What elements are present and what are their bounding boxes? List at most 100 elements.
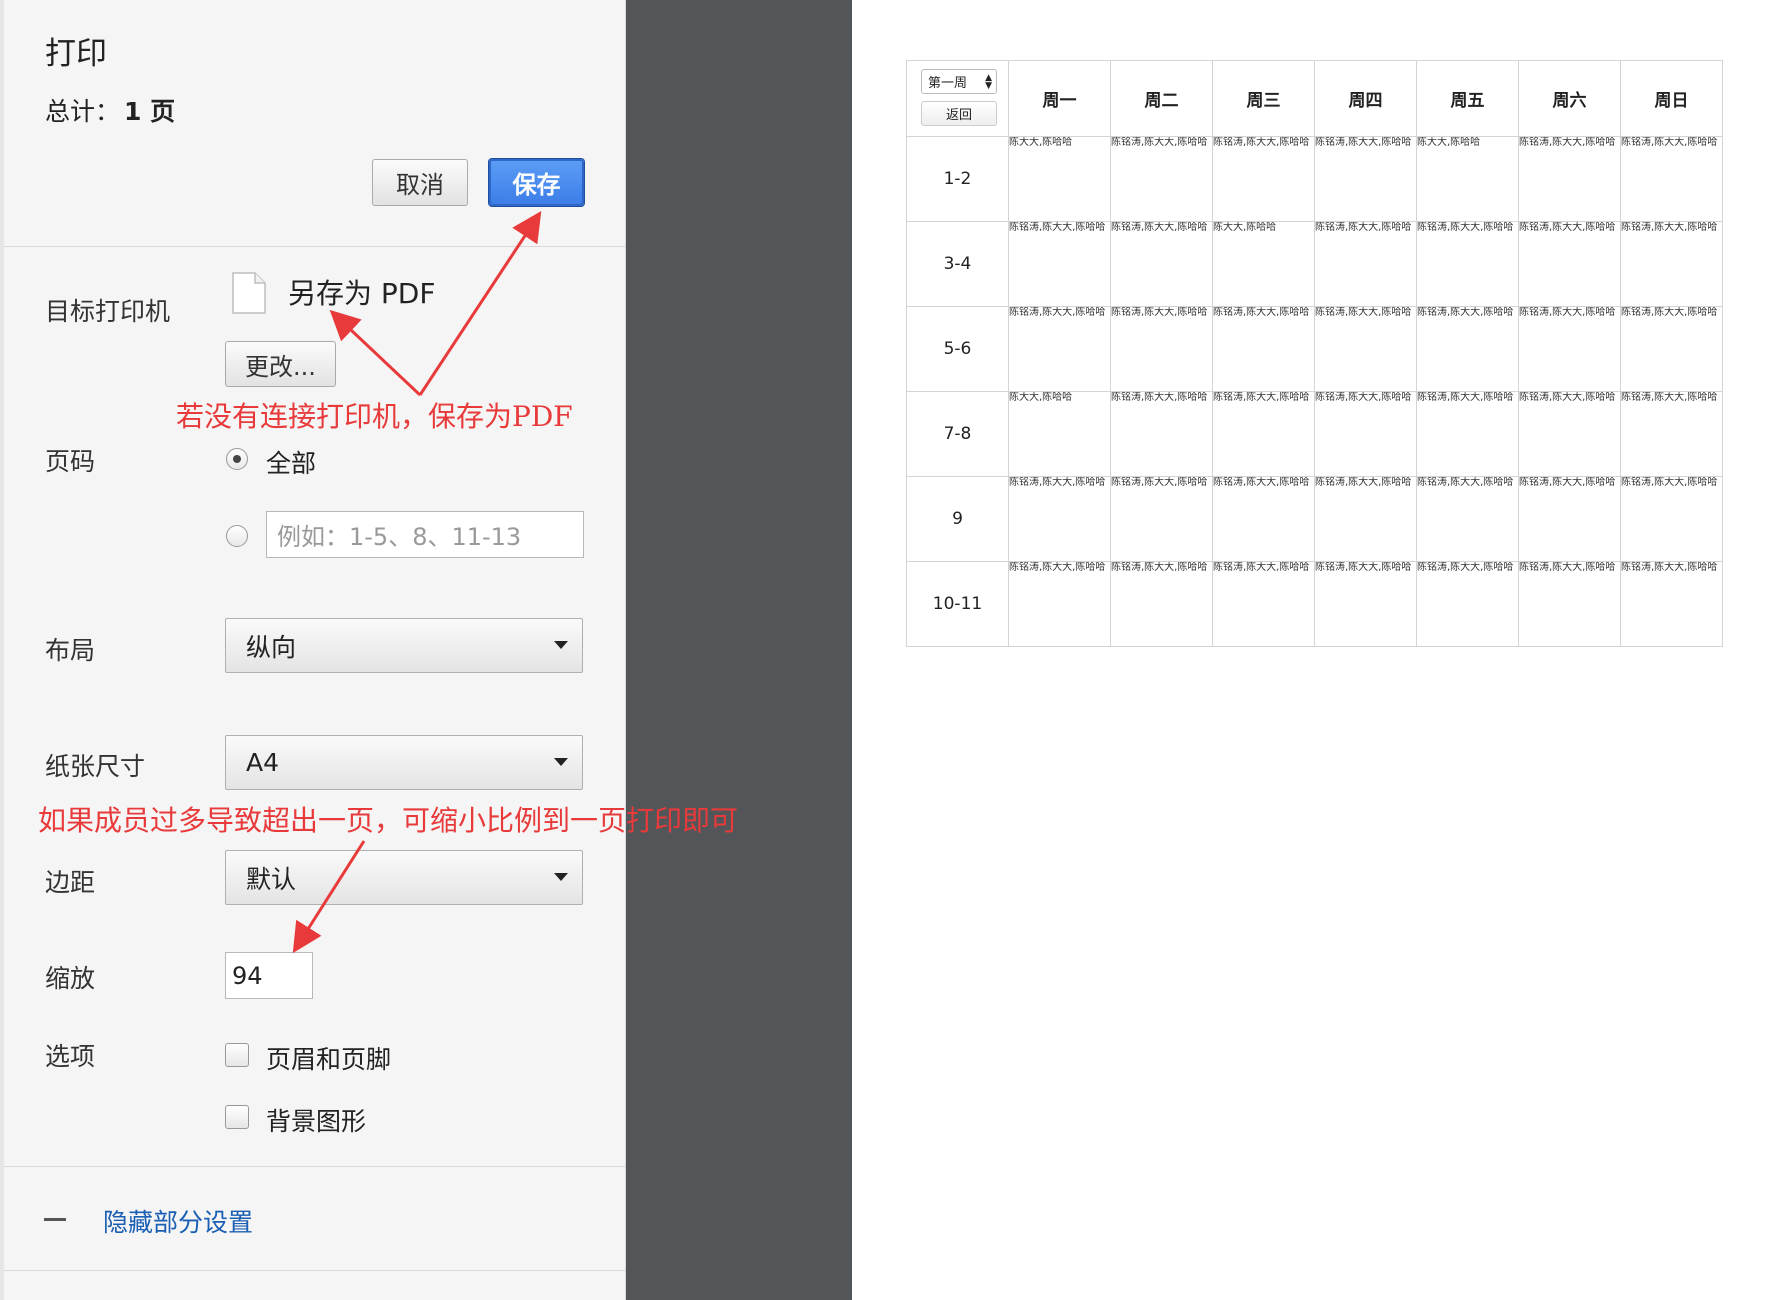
period-cell: 3-4 (906, 221, 1009, 307)
schedule-cell: 陈铭涛,陈大大,陈哈哈 (1314, 221, 1417, 307)
panel-edge (0, 0, 4, 1300)
schedule-cell: 陈铭涛,陈大大,陈哈哈 (1314, 561, 1417, 647)
schedule-row: 10-11 陈铭涛,陈大大,陈哈哈 陈铭涛,陈大大,陈哈哈 陈铭涛,陈大大,陈哈哈 陈铭… (906, 561, 1723, 647)
schedule-row: 5-6 陈铭涛,陈大大,陈哈哈 陈铭涛,陈大大,陈哈哈 陈铭涛,陈大大,陈哈哈 陈铭涛,… (906, 306, 1723, 392)
total-value: 1 页 (124, 97, 176, 126)
schedule-row: 7-8 陈大大,陈哈哈 陈铭涛,陈大大,陈哈哈 陈铭涛,陈大大,陈哈哈 陈铭涛,陈大大,… (906, 391, 1723, 477)
schedule-cell: 陈铭涛,陈大大,陈哈哈 (1212, 306, 1315, 392)
period-cell: 9 (906, 476, 1009, 562)
schedule-cell: 陈铭涛,陈大大,陈哈哈 (1314, 391, 1417, 477)
schedule-cell: 陈铭涛,陈大大,陈哈哈 (1620, 391, 1723, 477)
hide-settings-link[interactable]: 隐藏部分设置 (103, 1203, 253, 1239)
layout-label: 布局 (45, 636, 96, 665)
day-header: 周三 (1212, 60, 1315, 137)
print-settings-panel: 打印 总计： 1 页 取消 保存 目标打印机 另存为 PDF 更改... 页码 全… (0, 0, 626, 1300)
save-button[interactable]: 保存 (489, 159, 584, 206)
scale-input[interactable]: 94 (225, 952, 313, 999)
schedule-cell: 陈铭涛,陈大大,陈哈哈 (1518, 136, 1621, 222)
day-header: 周日 (1620, 60, 1723, 137)
destination-value: 另存为 PDF (288, 277, 436, 310)
schedule-cell: 陈铭涛,陈大大,陈哈哈 (1110, 561, 1213, 647)
period-cell: 7-8 (906, 391, 1009, 477)
pages-all-label: 全部 (266, 449, 317, 478)
schedule-cell: 陈铭涛,陈大大,陈哈哈 (1518, 561, 1621, 647)
header-divider (4, 246, 625, 247)
schedule-cell: 陈铭涛,陈大大,陈哈哈 (1314, 306, 1417, 392)
cancel-button[interactable]: 取消 (372, 159, 468, 206)
schedule-cell: 陈铭涛,陈大大,陈哈哈 (1212, 136, 1315, 222)
header-row: 第一周 ▲ ▼ 返回 周一 周二 周三 周四 周五 周六 周日 (906, 60, 1723, 137)
pages-custom-input[interactable]: 例如：1-5、8、11-13 (266, 511, 584, 558)
change-destination-button[interactable]: 更改... (225, 341, 336, 387)
schedule-cell: 陈铭涛,陈大大,陈哈哈 (1212, 561, 1315, 647)
scale-label: 缩放 (45, 964, 96, 993)
schedule-cell: 陈大大,陈哈哈 (1212, 221, 1315, 307)
pages-all-radio[interactable] (226, 448, 248, 470)
pages-custom-radio[interactable] (226, 525, 248, 547)
annotation-scale: 如果成员过多导致超出一页，可缩小比例到一页打印即可 (38, 804, 739, 837)
schedule-cell: 陈铭涛,陈大大,陈哈哈 (1110, 136, 1213, 222)
period-cell: 10-11 (906, 561, 1009, 647)
paper-size-value: A4 (246, 748, 280, 777)
options-label: 选项 (45, 1042, 96, 1071)
day-header: 周一 (1008, 60, 1111, 137)
schedule-row: 3-4 陈铭涛,陈大大,陈哈哈 陈铭涛,陈大大,陈哈哈 陈大大,陈哈哈 陈铭涛,陈大大,… (906, 221, 1723, 307)
schedule-cell: 陈铭涛,陈大大,陈哈哈 (1416, 476, 1519, 562)
schedule-cell: 陈铭涛,陈大大,陈哈哈 (1416, 561, 1519, 647)
schedule-cell: 陈铭涛,陈大大,陈哈哈 (1008, 306, 1111, 392)
margins-select[interactable]: 默认 (225, 850, 583, 905)
margins-label: 边距 (45, 868, 96, 897)
schedule-cell: 陈铭涛,陈大大,陈哈哈 (1008, 221, 1111, 307)
background-graphics-checkbox[interactable] (225, 1105, 249, 1129)
schedule-row: 9 陈铭涛,陈大大,陈哈哈 陈铭涛,陈大大,陈哈哈 陈铭涛,陈大大,陈哈哈 陈铭涛,陈大… (906, 476, 1723, 562)
day-header: 周五 (1416, 60, 1519, 137)
schedule-row: 1-2 陈大大,陈哈哈 陈铭涛,陈大大,陈哈哈 陈铭涛,陈大大,陈哈哈 陈铭涛,陈大大,… (906, 136, 1723, 222)
destination-label: 目标打印机 (45, 297, 171, 326)
margins-value: 默认 (246, 864, 297, 894)
week-select[interactable]: 第一周 ▲ ▼ (921, 69, 997, 94)
collapse-icon[interactable] (44, 1218, 66, 1221)
schedule-cell: 陈铭涛,陈大大,陈哈哈 (1518, 306, 1621, 392)
schedule-cell: 陈铭涛,陈大大,陈哈哈 (1110, 476, 1213, 562)
schedule-cell: 陈铭涛,陈大大,陈哈哈 (1416, 306, 1519, 392)
headers-footers-checkbox[interactable] (225, 1043, 249, 1067)
day-header: 周四 (1314, 60, 1417, 137)
layout-select[interactable]: 纵向 (225, 618, 583, 673)
schedule-cell: 陈大大,陈哈哈 (1416, 136, 1519, 222)
schedule-cell: 陈铭涛,陈大大,陈哈哈 (1518, 476, 1621, 562)
schedule-cell: 陈大大,陈哈哈 (1008, 136, 1111, 222)
schedule-cell: 陈铭涛,陈大大,陈哈哈 (1620, 136, 1723, 222)
file-icon (232, 272, 266, 314)
schedule-cell: 陈大大,陈哈哈 (1008, 391, 1111, 477)
schedule-cell: 陈铭涛,陈大大,陈哈哈 (1620, 561, 1723, 647)
schedule-table: 第一周 ▲ ▼ 返回 周一 周二 周三 周四 周五 周六 周日 1-2 陈大大,陈哈… (906, 60, 1723, 647)
schedule-cell: 陈铭涛,陈大大,陈哈哈 (1212, 476, 1315, 562)
dialog-title: 打印 (45, 36, 107, 72)
schedule-body: 1-2 陈大大,陈哈哈 陈铭涛,陈大大,陈哈哈 陈铭涛,陈大大,陈哈哈 陈铭涛,陈大大,… (906, 136, 1723, 647)
schedule-cell: 陈铭涛,陈大大,陈哈哈 (1008, 476, 1111, 562)
schedule-cell: 陈铭涛,陈大大,陈哈哈 (1314, 136, 1417, 222)
schedule-cell: 陈铭涛,陈大大,陈哈哈 (1620, 306, 1723, 392)
updown-icon: ▲ ▼ (985, 73, 992, 91)
back-button[interactable]: 返回 (921, 101, 997, 126)
schedule-cell: 陈铭涛,陈大大,陈哈哈 (1314, 476, 1417, 562)
chevron-down-icon (554, 641, 568, 649)
schedule-cell: 陈铭涛,陈大大,陈哈哈 (1212, 391, 1315, 477)
schedule-cell: 陈铭涛,陈大大,陈哈哈 (1110, 306, 1213, 392)
schedule-cell: 陈铭涛,陈大大,陈哈哈 (1008, 561, 1111, 647)
schedule-cell: 陈铭涛,陈大大,陈哈哈 (1416, 391, 1519, 477)
chevron-down-icon (554, 758, 568, 766)
chevron-down-icon (554, 873, 568, 881)
period-cell: 1-2 (906, 136, 1009, 222)
schedule-cell: 陈铭涛,陈大大,陈哈哈 (1620, 221, 1723, 307)
paper-size-select[interactable]: A4 (225, 735, 583, 790)
total-label: 总计： (45, 97, 121, 126)
schedule-cell: 陈铭涛,陈大大,陈哈哈 (1518, 221, 1621, 307)
schedule-cell: 陈铭涛,陈大大,陈哈哈 (1518, 391, 1621, 477)
preview-background (626, 0, 852, 1300)
corner-cell: 第一周 ▲ ▼ 返回 (906, 60, 1009, 137)
background-graphics-label: 背景图形 (266, 1107, 367, 1136)
pages-label: 页码 (45, 447, 96, 476)
day-header: 周二 (1110, 60, 1213, 137)
schedule-cell: 陈铭涛,陈大大,陈哈哈 (1620, 476, 1723, 562)
